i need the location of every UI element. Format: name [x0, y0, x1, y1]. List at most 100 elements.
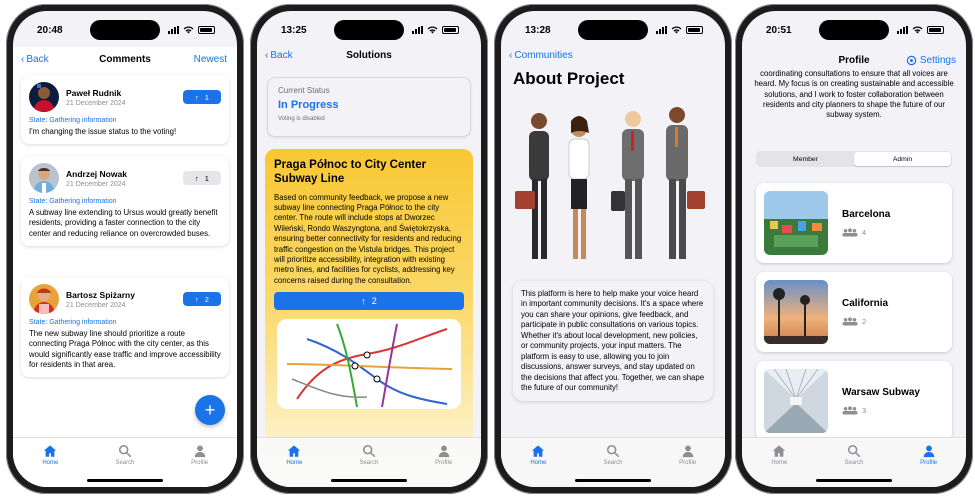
back-button[interactable]: ‹ Communities	[509, 50, 573, 61]
add-comment-button[interactable]: +	[195, 395, 225, 425]
tab-profile[interactable]: Profile	[180, 444, 220, 487]
community-card[interactable]: California 2	[756, 272, 952, 352]
comment-state: State: Gathering information	[29, 117, 117, 124]
tab-home[interactable]: Home	[30, 444, 70, 487]
subway-map-image	[277, 318, 461, 409]
segment-member[interactable]: Member	[757, 152, 854, 166]
tab-label: Profile	[679, 460, 697, 466]
person-icon	[438, 445, 449, 458]
phone-comments: 20:48 ‹ Back Comments Newest Paweł Rudni…	[6, 4, 244, 494]
tab-profile[interactable]: Profile	[424, 444, 464, 487]
community-image	[764, 280, 828, 344]
community-card[interactable]: Barcelona 4	[756, 183, 952, 263]
nav-title: Solutions	[346, 49, 392, 61]
back-button[interactable]: ‹ Back	[265, 50, 293, 61]
community-image	[764, 191, 828, 255]
count-value: 2	[862, 317, 867, 326]
comment-text: I'm changing the issue status to the vot…	[29, 127, 177, 136]
profile-screen: 20:51 Profile Settings coordinating cons…	[742, 11, 966, 487]
community-card[interactable]: Warsaw Subway 3	[756, 361, 952, 441]
home-indicator	[575, 479, 651, 482]
tab-label: Home	[42, 460, 59, 466]
people-icon	[842, 317, 858, 326]
screenshot-collage: 20:48 ‹ Back Comments Newest Paweł Rudni…	[0, 0, 975, 498]
nav-title: Comments	[99, 53, 151, 65]
tab-profile[interactable]: Profile	[668, 444, 708, 487]
people-icon	[842, 228, 858, 237]
battery-icon	[686, 26, 703, 34]
vote-solution-button[interactable]: ↑ 2	[274, 291, 464, 310]
tab-label: Search	[603, 460, 623, 466]
dynamic-island	[90, 20, 160, 40]
comment-author: Bartosz Spiżarny 21 December 2024	[66, 290, 135, 309]
tab-label: Home	[771, 460, 788, 466]
person-icon	[194, 445, 205, 458]
arrow-up-icon: ↑	[195, 173, 199, 183]
search-icon	[847, 444, 861, 458]
comment-card[interactable]: Bartosz Spiżarny 21 December 2024 ↑ 2 Sta…	[21, 277, 229, 378]
back-label: Back	[26, 53, 49, 65]
back-button[interactable]: ‹ Back	[21, 54, 49, 65]
nav-bar: ‹ Back Solutions	[257, 43, 481, 67]
upvote-button[interactable]: ↑ 1	[183, 90, 221, 104]
comment-author: Paweł Rudnik 21 December 2024	[66, 88, 126, 107]
search-icon	[606, 444, 620, 458]
upvote-button[interactable]: ↑ 2	[183, 292, 221, 306]
status-icons	[412, 26, 459, 34]
current-status-card: Current Status In Progress Voting is dis…	[267, 77, 471, 137]
segment-admin[interactable]: Admin	[854, 152, 951, 166]
battery-icon	[927, 26, 944, 34]
vote-count: 1	[204, 92, 209, 102]
voting-note: Voting is disabled	[278, 116, 325, 122]
settings-button[interactable]: Settings	[906, 55, 956, 66]
sort-newest-button[interactable]: Newest	[194, 54, 227, 65]
community-info: Barcelona 4	[842, 209, 890, 237]
arrow-up-icon: ↑	[195, 92, 199, 102]
author-name: Andrzej Nowak	[66, 168, 127, 179]
tab-profile[interactable]: Profile	[909, 444, 949, 487]
avatar	[29, 163, 59, 193]
house-icon	[44, 445, 57, 457]
tab-label: Home	[530, 460, 547, 466]
status-time: 13:28	[525, 24, 551, 36]
tab-home[interactable]: Home	[518, 444, 558, 487]
community-name: Barcelona	[842, 209, 891, 220]
tab-label: Search	[359, 460, 379, 466]
solution-title: Praga Północ to City Center Subway Line	[274, 159, 427, 186]
people-icon	[842, 406, 858, 415]
vote-count: 2	[204, 294, 209, 304]
comment-header: Bartosz Spiżarny 21 December 2024 ↑ 2	[29, 284, 221, 314]
tab-home[interactable]: Home	[759, 444, 799, 487]
tab-label: Profile	[435, 460, 453, 466]
community-name: Warsaw Subway	[842, 387, 920, 398]
signal-icon	[897, 26, 908, 34]
role-segmented-control: Member Admin	[756, 151, 952, 167]
status-icons	[656, 26, 703, 34]
chevron-left-icon: ‹	[265, 49, 269, 61]
comment-card[interactable]: Andrzej Nowak 21 December 2024 ↑ 1 State:…	[21, 156, 229, 246]
signal-icon	[412, 26, 423, 34]
member-count: 2	[842, 317, 888, 326]
warsaw-subway-photo	[764, 369, 828, 433]
community-info: California 2	[842, 298, 888, 326]
status-time: 13:25	[281, 24, 307, 36]
avatar	[29, 82, 59, 112]
home-indicator	[87, 479, 163, 482]
community-info: Warsaw Subway 3	[842, 387, 920, 415]
business-people-illustration	[515, 107, 705, 259]
tab-label: Profile	[191, 460, 209, 466]
phone-solutions: 13:25 ‹ Back Solutions Current Status In …	[250, 4, 488, 494]
house-icon	[288, 445, 301, 457]
phone-about: 13:28 ‹ Communities About Project This p…	[494, 4, 732, 494]
comment-state: State: Gathering information	[29, 319, 117, 326]
community-image	[764, 369, 828, 433]
status-icons	[168, 26, 215, 34]
battery-icon	[198, 26, 215, 34]
comment-card[interactable]: Paweł Rudnik 21 December 2024 ↑ 1 State: …	[21, 75, 229, 145]
vote-count: 2	[371, 295, 377, 306]
tab-home[interactable]: Home	[274, 444, 314, 487]
signal-icon	[656, 26, 667, 34]
upvote-button[interactable]: ↑ 1	[183, 171, 221, 185]
tab-label: Search	[844, 460, 864, 466]
arrow-up-icon: ↑	[361, 295, 366, 306]
